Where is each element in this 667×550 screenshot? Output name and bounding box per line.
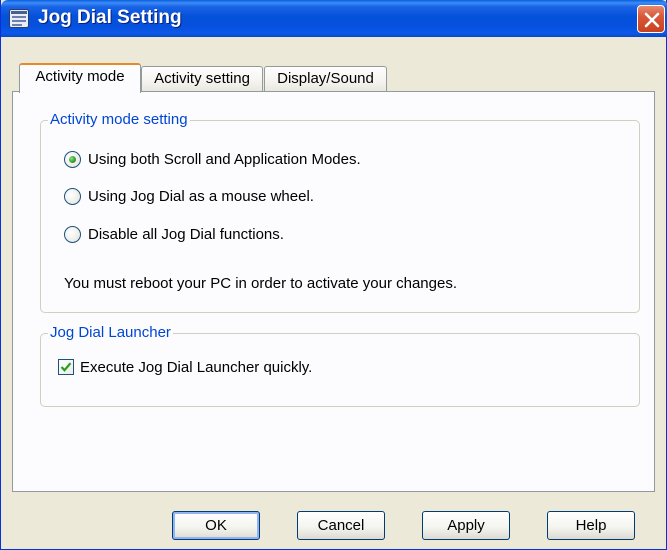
dialog-window: Jog Dial Setting Activity mode Activity … <box>0 0 667 550</box>
checkmark-icon <box>60 362 72 372</box>
radio-button-scroll-app[interactable] <box>64 151 81 168</box>
apply-button[interactable]: Apply <box>422 511 510 540</box>
radio-option-disable[interactable]: Disable all Jog Dial functions. <box>64 225 324 245</box>
tab-display-sound-label: Display/Sound <box>277 70 374 87</box>
launcher-group-title: Jog Dial Launcher <box>48 323 173 343</box>
ok-button[interactable]: OK <box>172 511 260 540</box>
tab-display-sound[interactable]: Display/Sound <box>264 66 387 92</box>
radio-button-disable[interactable] <box>64 226 81 243</box>
tab-activity-setting[interactable]: Activity setting <box>141 66 263 92</box>
radio-label-disable: Disable all Jog Dial functions. <box>88 226 284 243</box>
tab-activity-mode[interactable]: Activity mode <box>19 63 141 93</box>
window-icon <box>9 9 29 28</box>
cancel-button[interactable]: Cancel <box>297 511 385 540</box>
radio-option-mouse-wheel[interactable]: Using Jog Dial as a mouse wheel. <box>64 187 354 207</box>
radio-option-scroll-app[interactable]: Using both Scroll and Application Modes. <box>64 150 404 170</box>
radio-button-mouse-wheel[interactable] <box>64 188 81 205</box>
tab-activity-setting-label: Activity setting <box>154 70 250 87</box>
launcher-checkbox-label: Execute Jog Dial Launcher quickly. <box>80 359 313 376</box>
close-button[interactable] <box>637 5 665 33</box>
reboot-note: You must reboot your PC in order to acti… <box>64 275 457 292</box>
tab-panel: Activity mode setting Using both Scroll … <box>12 91 655 492</box>
activity-mode-group-title: Activity mode setting <box>48 110 190 130</box>
launcher-checkbox[interactable] <box>58 359 74 375</box>
radio-label-mouse-wheel: Using Jog Dial as a mouse wheel. <box>88 188 314 205</box>
jog-dial-launcher-groupbox: Jog Dial Launcher Execute Jog Dial Launc… <box>40 323 640 407</box>
window-title: Jog Dial Setting <box>38 7 182 28</box>
radio-label-scroll-app: Using both Scroll and Application Modes. <box>88 151 361 168</box>
title-bar[interactable]: Jog Dial Setting <box>1 0 667 37</box>
activity-mode-groupbox: Activity mode setting Using both Scroll … <box>40 110 640 313</box>
help-button[interactable]: Help <box>547 511 635 540</box>
tab-activity-mode-label: Activity mode <box>35 68 125 85</box>
checkbox-option-launcher[interactable]: Execute Jog Dial Launcher quickly. <box>58 358 358 378</box>
